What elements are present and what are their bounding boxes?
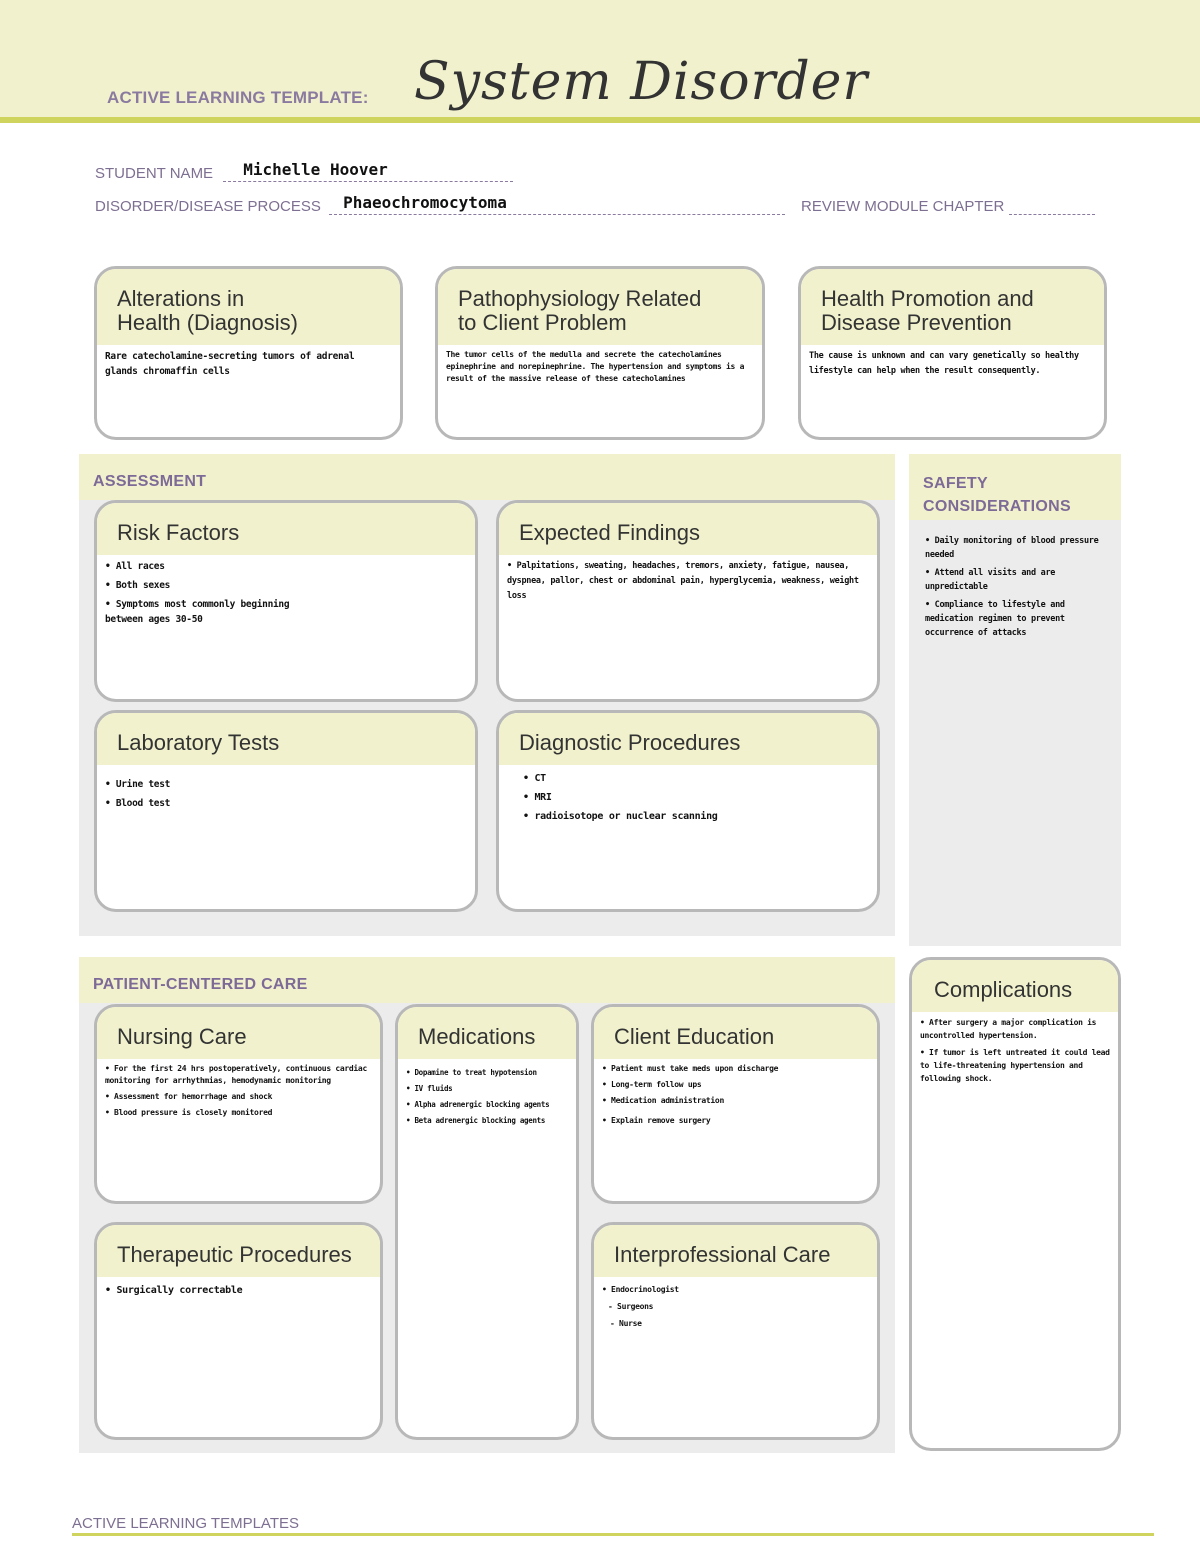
list-item: • Alpha adrenergic blocking agents [406, 1100, 550, 1109]
disorder-label: DISORDER/DISEASE PROCESS [95, 198, 321, 215]
safety-list[interactable]: • Daily monitoring of blood pressure nee… [909, 520, 1121, 658]
list-item: • Explain remove surgery [602, 1116, 711, 1125]
review-module-label: REVIEW MODULE CHAPTER [801, 198, 1005, 215]
alterations-title-line1: Alterations in [117, 286, 245, 311]
medications-box: Medications • Dopamine to treat hypotens… [395, 1004, 579, 1440]
page-header: ACTIVE LEARNING TEMPLATE: System Disorde… [0, 0, 1200, 123]
nursing-care-box: Nursing Care • For the first 24 hrs post… [94, 1004, 383, 1204]
safety-label-line2: CONSIDERATIONS [923, 498, 1071, 515]
footer-label: ACTIVE LEARNING TEMPLATES [72, 1515, 299, 1532]
list-item: • If tumor is left untreated it could le… [920, 1048, 1110, 1083]
pathophysiology-box: Pathophysiology Related to Client Proble… [435, 266, 765, 440]
laboratory-tests-title: Laboratory Tests [97, 713, 475, 765]
interprofessional-care-title: Interprofessional Care [594, 1225, 877, 1277]
safety-panel: SAFETY CONSIDERATIONS • Daily monitoring… [909, 454, 1121, 946]
disorder-input[interactable]: Phaeochromocytoma [329, 193, 786, 215]
list-item: • Assessment for hemorrhage and shock [105, 1092, 273, 1101]
list-item: • Surgically correctable [105, 1285, 243, 1296]
list-item: - Nurse [610, 1319, 642, 1328]
list-item: • For the first 24 hrs postoperatively, … [105, 1064, 367, 1085]
expected-findings-box: Expected Findings • Palpitations, sweati… [496, 500, 880, 702]
template-label: ACTIVE LEARNING TEMPLATE: [107, 88, 369, 107]
review-module-input[interactable] [1008, 197, 1095, 215]
health-promotion-title-line2: Disease Prevention [821, 310, 1012, 335]
risk-factors-box: Risk Factors • All races • Both sexes • … [94, 500, 478, 702]
list-item: • CT [523, 773, 546, 784]
list-item: • Beta adrenergic blocking agents [406, 1116, 546, 1125]
nursing-care-list[interactable]: • For the first 24 hrs postoperatively, … [97, 1059, 380, 1127]
health-promotion-title: Health Promotion and Disease Prevention [801, 269, 1104, 345]
student-name-field: STUDENT NAME Michelle Hoover [95, 160, 514, 182]
review-module-field: REVIEW MODULE CHAPTER [801, 197, 1095, 215]
disorder-field: DISORDER/DISEASE PROCESS Phaeochromocyto… [95, 193, 786, 215]
assessment-section-label: ASSESSMENT [79, 454, 895, 500]
health-promotion-text[interactable]: The cause is unknown and can vary geneti… [801, 345, 1104, 383]
list-item: - Surgeons [608, 1302, 654, 1311]
student-name-label: STUDENT NAME [95, 165, 214, 182]
list-item: • After surgery a major complication is … [920, 1018, 1097, 1040]
interprofessional-care-list[interactable]: • Endocrinologist - Surgeons - Nurse [594, 1277, 877, 1338]
safety-label-line1: SAFETY [923, 475, 988, 492]
medications-title: Medications [398, 1007, 576, 1059]
list-item: • MRI [523, 792, 552, 803]
list-item: • Blood test [105, 798, 171, 809]
list-item: • Symptoms most commonly beginning [105, 599, 290, 610]
pathophysiology-title: Pathophysiology Related to Client Proble… [438, 269, 762, 345]
list-item: • Patient must take meds upon discharge [602, 1064, 779, 1073]
patient-centered-care-section-label: PATIENT-CENTERED CARE [79, 957, 895, 1003]
list-item: • Endocrinologist [602, 1285, 679, 1294]
therapeutic-procedures-box: Therapeutic Procedures • Surgically corr… [94, 1222, 383, 1440]
expected-findings-text[interactable]: • Palpitations, sweating, headaches, tre… [499, 555, 877, 608]
expected-findings-title: Expected Findings [499, 503, 877, 555]
list-item: • Compliance to lifestyle and medication… [925, 600, 1065, 638]
health-promotion-box: Health Promotion and Disease Prevention … [798, 266, 1107, 440]
medications-list[interactable]: • Dopamine to treat hypotension • IV flu… [398, 1059, 576, 1135]
alterations-title: Alterations in Health (Diagnosis) [97, 269, 400, 345]
list-item: • Both sexes [105, 580, 171, 591]
risk-factors-list[interactable]: • All races • Both sexes • Symptoms most… [97, 555, 475, 635]
pathophysiology-title-line2: to Client Problem [458, 310, 627, 335]
diagnostic-procedures-list[interactable]: • CT • MRI • radioisotope or nuclear sca… [499, 765, 877, 834]
client-education-box: Client Education • Patient must take med… [591, 1004, 880, 1204]
footer-divider [72, 1533, 1154, 1536]
list-item: • Medication administration [602, 1096, 724, 1105]
list-item: • IV fluids [406, 1084, 453, 1093]
list-item: • Urine test [105, 779, 171, 790]
disorder-value: Phaeochromocytoma [343, 193, 507, 212]
therapeutic-procedures-list[interactable]: • Surgically correctable [97, 1277, 380, 1306]
list-item: • Long-term follow ups [602, 1080, 702, 1089]
diagnostic-procedures-box: Diagnostic Procedures • CT • MRI • radio… [496, 710, 880, 912]
list-item: • radioisotope or nuclear scanning [523, 811, 718, 822]
list-item: between ages 30-50 [105, 614, 203, 625]
list-item: • All races [105, 561, 165, 572]
safety-section-label: SAFETY CONSIDERATIONS [909, 454, 1121, 520]
student-name-value: Michelle Hoover [243, 160, 388, 179]
client-education-title: Client Education [594, 1007, 877, 1059]
laboratory-tests-box: Laboratory Tests • Urine test • Blood te… [94, 710, 478, 912]
pathophysiology-title-line1: Pathophysiology Related [458, 286, 702, 311]
pathophysiology-text[interactable]: The tumor cells of the medulla and secre… [438, 345, 762, 389]
alterations-text[interactable]: Rare catecholamine-secreting tumors of a… [97, 345, 400, 383]
health-promotion-title-line1: Health Promotion and [821, 286, 1034, 311]
risk-factors-title: Risk Factors [97, 503, 475, 555]
client-education-list[interactable]: • Patient must take meds upon discharge … [594, 1059, 877, 1135]
complications-list[interactable]: • After surgery a major complication is … [912, 1012, 1118, 1093]
student-name-input[interactable]: Michelle Hoover [223, 160, 514, 182]
nursing-care-title: Nursing Care [97, 1007, 380, 1059]
alterations-title-line2: Health (Diagnosis) [117, 310, 298, 335]
complications-title: Complications [912, 960, 1118, 1012]
therapeutic-procedures-title: Therapeutic Procedures [97, 1225, 380, 1277]
list-item: • Dopamine to treat hypotension [406, 1068, 537, 1077]
list-item: • Attend all visits and are unpredictabl… [925, 568, 1056, 592]
laboratory-tests-list[interactable]: • Urine test • Blood test [97, 765, 475, 819]
list-item: • Daily monitoring of blood pressure nee… [925, 536, 1099, 560]
complications-box: Complications • After surgery a major co… [909, 957, 1121, 1451]
interprofessional-care-box: Interprofessional Care • Endocrinologist… [591, 1222, 880, 1440]
page-title: System Disorder [414, 52, 869, 112]
diagnostic-procedures-title: Diagnostic Procedures [499, 713, 877, 765]
list-item: • Blood pressure is closely monitored [105, 1108, 273, 1117]
alterations-box: Alterations in Health (Diagnosis) Rare c… [94, 266, 403, 440]
